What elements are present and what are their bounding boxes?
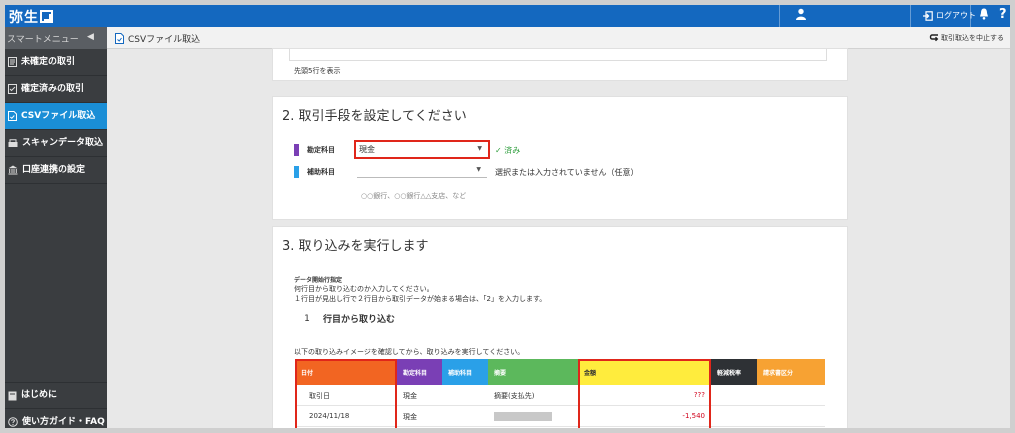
start-row-label: 行目から取り込む (323, 315, 396, 325)
sidebar-item-help-faq[interactable]: 使い方ガイド・FAQ (5, 409, 107, 428)
preview-instruction: 以下の取り込みイメージを確認してから、取り込みを実行してください。 (294, 348, 525, 356)
return-arrow-icon (929, 34, 939, 42)
column-invoice-type[interactable]: 請求書区分 (757, 359, 825, 385)
book-icon (8, 391, 17, 400)
sub-account-select[interactable]: ▼ (357, 163, 487, 178)
logo-text: 弥生 (9, 10, 39, 26)
logout-icon (923, 10, 933, 21)
sidebar-item-label: 未確定の取引 (21, 56, 76, 67)
column-sub-account[interactable]: 補助科目 (442, 359, 488, 385)
cell-account: 現金 (403, 413, 417, 421)
checklist-icon (8, 84, 17, 94)
divider (779, 5, 780, 27)
cell-memo: 摘要(支払先) (494, 392, 535, 400)
main-content: 先頭5行を表示 2. 取引手段を設定してください 勘定科目 現金 ▼ ✓ 済み … (107, 48, 1010, 428)
step2-title: 2. 取引手段を設定してください (282, 109, 467, 124)
top-bar: 弥生 ログアウト ? (5, 5, 1010, 27)
help-icon[interactable]: ? (999, 7, 1007, 22)
chevron-down-icon: ▼ (477, 145, 482, 152)
start-row-input[interactable]: 1 (301, 314, 313, 324)
cancel-import-button[interactable]: 取引取込を中止する (929, 33, 1004, 43)
account-row: 勘定科目 (294, 143, 351, 157)
csv-file-icon (115, 33, 124, 44)
sidebar-item-label: はじめに (21, 390, 58, 400)
sidebar-item-label: 口座連携の設定 (22, 164, 86, 175)
sidebar-item-unconfirmed[interactable]: 未確定の取引 (5, 49, 107, 76)
cell-sub-account (442, 406, 488, 427)
sidebar-item-label: 使い方ガイド・FAQ (22, 416, 105, 427)
account-select-value: 現金 (359, 145, 375, 154)
sub-account-hint: ○○銀行、○○銀行△△支店、など (361, 192, 467, 200)
sub-account-row: 補助科目 (294, 165, 351, 179)
amount-column-highlight (578, 359, 711, 428)
preview-box (289, 49, 827, 61)
sub-bar: スマートメニュー ◀ CSVファイル取込 取引取込を中止する (5, 27, 1010, 49)
yayoi-logo[interactable]: 弥生 (9, 7, 53, 27)
sub-account-label: 補助科目 (307, 168, 335, 176)
sidebar-item-label: CSVファイル取込 (21, 110, 96, 121)
date-column-highlight (295, 359, 397, 428)
scanner-icon (8, 138, 18, 147)
cell-memo (488, 406, 578, 427)
sidebar-item-label: スキャンデータ取込 (22, 137, 104, 148)
divider (910, 5, 911, 27)
cell-invoice-type (757, 406, 825, 427)
start-row-heading: データ開始行指定 (294, 277, 343, 284)
page-title: CSVファイル取込 (115, 32, 200, 45)
cell-invoice-type (757, 385, 825, 406)
account-select[interactable]: 現金 ▼ (354, 140, 490, 159)
sidebar-item-getting-started[interactable]: はじめに (5, 382, 107, 409)
preview-note: 先頭5行を表示 (294, 67, 341, 75)
sidebar-item-scan-import[interactable]: スキャンデータ取込 (5, 130, 107, 157)
sub-account-color-marker (294, 166, 299, 178)
sidebar-bottom: はじめに 使い方ガイド・FAQ (5, 382, 107, 428)
account-status: ✓ 済み (495, 146, 521, 155)
step3-title: 3. 取り込みを実行します (282, 239, 429, 254)
sub-account-status: 選択または入力されていません（任意） (495, 168, 639, 177)
bell-icon[interactable] (979, 8, 989, 23)
sidebar-item-label: 確定済みの取引 (21, 83, 85, 94)
sidebar: 未確定の取引 確定済みの取引 CSVファイル取込 スキャンデータ取込 口座連携の… (5, 49, 107, 428)
step2-card: 2. 取引手段を設定してください 勘定科目 現金 ▼ ✓ 済み 補助科目 ▼ 選… (272, 96, 848, 220)
cell-reduced-tax (711, 406, 757, 427)
column-memo[interactable]: 摘要 (488, 359, 578, 385)
cell-reduced-tax (711, 385, 757, 406)
chevron-down-icon: ▼ (476, 166, 481, 173)
page-title-text: CSVファイル取込 (128, 35, 201, 45)
collapse-menu-icon[interactable]: ◀ (87, 32, 94, 42)
sidebar-item-bank-link[interactable]: 口座連携の設定 (5, 157, 107, 184)
logo-mark-icon (40, 10, 53, 23)
start-row-desc: 何行目から取り込むのか入力してください。 (294, 285, 434, 293)
column-reduced-tax[interactable]: 軽減税率 (711, 359, 757, 385)
account-label: 勘定科目 (307, 146, 335, 154)
start-row-control: 1 行目から取り込む (301, 312, 396, 326)
step3-card: 3. 取り込みを実行します データ開始行指定 何行目から取り込むのか入力してくだ… (272, 226, 848, 428)
app-window: 弥生 ログアウト ? スマートメニュー ◀ CSVファイル取込 取引取込を中止す… (5, 5, 1010, 428)
redacted-memo (494, 412, 552, 421)
cancel-import-label: 取引取込を中止する (941, 34, 1004, 42)
sidebar-item-csv-import[interactable]: CSVファイル取込 (5, 103, 107, 130)
preview-card: 先頭5行を表示 (272, 48, 848, 81)
question-icon (8, 417, 18, 427)
logout-button[interactable]: ログアウト (923, 10, 976, 21)
account-color-marker (294, 144, 299, 156)
sidebar-item-confirmed[interactable]: 確定済みの取引 (5, 76, 107, 103)
cell-account: 現金 (403, 392, 417, 400)
start-row-desc: １行目が見出し行で２行目から取引データが始まる場合は、「2」を入力します。 (294, 295, 547, 303)
list-icon (8, 57, 17, 67)
smart-menu-label: スマートメニュー (7, 35, 79, 45)
divider (970, 5, 971, 27)
bank-icon (8, 165, 18, 175)
cell-sub-account (442, 385, 488, 406)
import-preview-table: 日付 勘定科目 補助科目 摘要 金額 軽減税率 請求書区分 取引日 現金 摘要(… (295, 359, 825, 428)
column-account[interactable]: 勘定科目 (397, 359, 442, 385)
csv-file-icon (8, 111, 17, 121)
user-icon[interactable] (795, 8, 807, 23)
